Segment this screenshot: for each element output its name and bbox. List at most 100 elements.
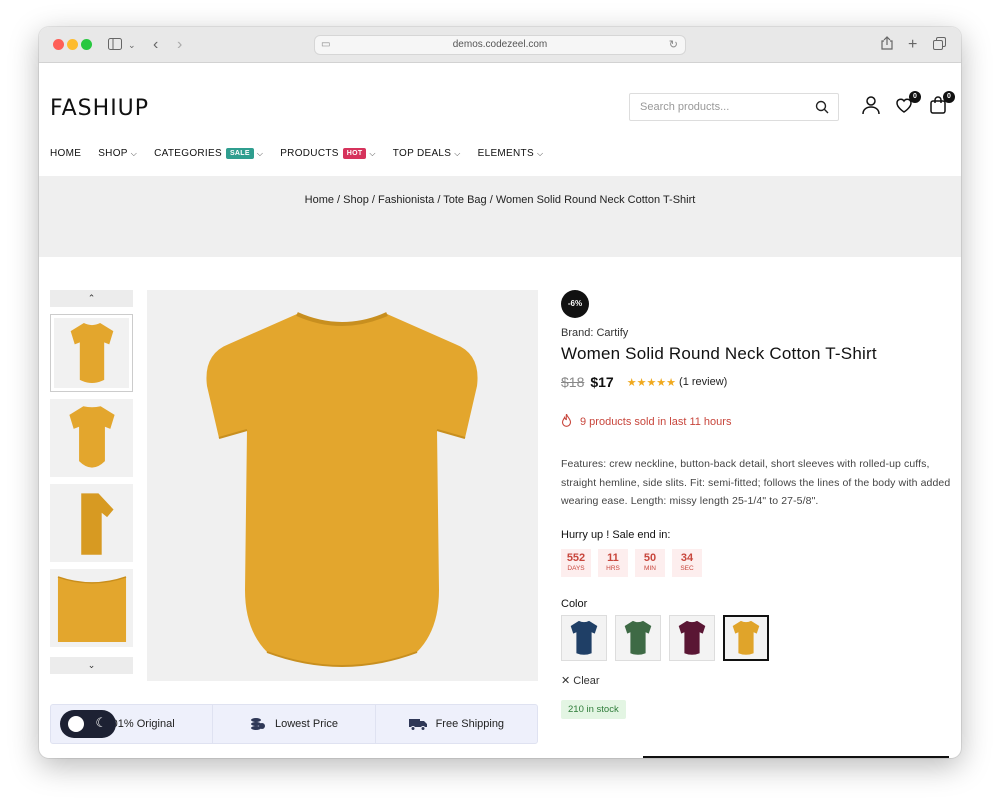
address-bar[interactable]: ▭ demos.codezeel.com ↻ xyxy=(314,35,686,55)
nav-label: TOP DEALS xyxy=(392,148,452,159)
nav-item-products[interactable]: PRODUCTS HOT ⌵ xyxy=(280,148,376,159)
countdown-unit: SEC xyxy=(680,564,694,572)
color-swatches xyxy=(561,614,951,661)
countdown-minutes: 50 MIN xyxy=(635,548,665,577)
color-swatch-maroon[interactable] xyxy=(669,614,715,661)
nav-item-shop[interactable]: SHOP ⌵ xyxy=(98,148,137,159)
star-rating: ★★★★★ xyxy=(626,376,677,389)
toggle-knob xyxy=(68,716,84,732)
tshirt-side-image xyxy=(80,493,114,555)
nav-item-top-deals[interactable]: TOP DEALS ⌵ xyxy=(393,148,461,159)
search-box[interactable]: Search products... xyxy=(629,93,839,121)
feature-label: 01% Original xyxy=(111,718,175,730)
sale-countdown-label: Hurry up ! Sale end in: xyxy=(561,528,671,541)
reload-icon[interactable]: ↻ xyxy=(669,36,678,54)
clear-selection-link[interactable]: ✕ Clear xyxy=(561,674,951,687)
main-product-image[interactable] xyxy=(147,290,538,681)
brand-link[interactable]: Cartify xyxy=(596,327,628,339)
color-swatch-mustard[interactable] xyxy=(723,614,769,661)
page-icon: ▭ xyxy=(321,39,331,50)
close-window-button[interactable] xyxy=(53,39,64,50)
countdown-unit: MIN xyxy=(644,564,656,572)
feature-free-shipping: Free Shipping xyxy=(376,705,537,743)
feature-lowest-price: Lowest Price xyxy=(213,705,376,743)
countdown-unit: HRS xyxy=(606,564,620,572)
countdown-value: 50 xyxy=(643,551,657,564)
search-input[interactable]: Search products... xyxy=(640,101,729,113)
maximize-window-button[interactable] xyxy=(81,39,92,50)
tshirt-maroon-image xyxy=(678,620,706,655)
brand-line: Brand: Cartify xyxy=(561,327,951,339)
nav-label: CATEGORIES xyxy=(154,148,222,159)
stock-status: 210 in stock xyxy=(561,699,626,719)
chevron-down-icon[interactable]: ⌄ xyxy=(128,36,136,54)
chevron-down-icon: ⌵ xyxy=(536,148,544,158)
color-swatch-navy[interactable] xyxy=(561,614,607,661)
thumbnail-up-button[interactable]: ⌃ xyxy=(50,290,133,307)
sale-tag: SALE xyxy=(225,148,254,159)
countdown-seconds: 34 SEC xyxy=(672,548,702,577)
tshirt-green-image xyxy=(624,620,652,655)
countdown-days: 552 DAYS xyxy=(561,548,591,577)
nav-item-home[interactable]: HOME xyxy=(50,148,81,159)
tshirt-navy-image xyxy=(570,620,598,655)
breadcrumb[interactable]: Home / Shop / Fashionista / Tote Bag / W… xyxy=(39,194,961,206)
chevron-down-icon: ⌵ xyxy=(369,148,376,158)
tabs-overview-icon[interactable] xyxy=(933,36,946,54)
color-label: Color xyxy=(561,597,588,610)
minimize-window-button[interactable] xyxy=(67,39,78,50)
nav-label: HOME xyxy=(50,148,82,159)
search-icon[interactable] xyxy=(815,100,829,119)
forward-arrow-icon[interactable]: › xyxy=(177,36,182,54)
chevron-down-icon: ⌵ xyxy=(130,148,138,158)
features-bar: 01% Original Lowest Price Free Shipping xyxy=(50,704,538,744)
countdown-hours: 11 HRS xyxy=(598,548,628,577)
chevron-down-icon: ⌵ xyxy=(454,148,461,158)
wishlist-count-badge: 0 xyxy=(909,91,921,103)
product-description: Features: crew neckline, button-back det… xyxy=(561,458,951,507)
dark-mode-toggle[interactable]: ☾ xyxy=(60,710,116,738)
thumbnail-down-button[interactable]: ⌄ xyxy=(50,657,133,674)
thumbnail-back[interactable] xyxy=(50,399,133,477)
back-arrow-icon[interactable]: ‹ xyxy=(153,36,158,54)
nav-label: ELEMENTS xyxy=(477,148,534,159)
thumbnail-detail[interactable] xyxy=(50,569,133,647)
truck-icon xyxy=(408,717,427,731)
browser-window: ⌄ ‹ › ▭ demos.codezeel.com ↻ + FASHIUP S… xyxy=(39,27,961,758)
breadcrumb-section: Home / Shop / Fashionista / Tote Bag / W… xyxy=(39,176,961,257)
old-price: $18 xyxy=(561,374,585,390)
countdown-value: 34 xyxy=(680,551,694,564)
nav-label: PRODUCTS xyxy=(280,148,339,159)
chevron-down-icon: ⌵ xyxy=(256,148,264,158)
thumbnail-front[interactable] xyxy=(50,314,133,392)
nav-item-elements[interactable]: ELEMENTS ⌵ xyxy=(478,148,544,159)
hot-tag: HOT xyxy=(342,148,367,159)
product-info: -6% Brand: Cartify Women Solid Round Nec… xyxy=(561,290,951,719)
account-icon[interactable] xyxy=(861,95,883,117)
thumbnail-side[interactable] xyxy=(50,484,133,562)
sale-countdown: 552 DAYS 11 HRS 50 MIN 34 SEC xyxy=(561,548,951,577)
cart-icon[interactable]: 0 xyxy=(928,91,955,117)
feature-label: Lowest Price xyxy=(275,718,338,730)
moon-icon: ☾ xyxy=(95,715,107,730)
review-link[interactable]: (1 review) xyxy=(679,376,727,388)
sidebar-toggle-icon[interactable] xyxy=(108,36,122,54)
sold-text: 9 products sold in last 11 hours xyxy=(580,416,732,428)
color-swatch-green[interactable] xyxy=(615,614,661,661)
tshirt-main-image xyxy=(206,312,478,667)
site-logo[interactable]: FASHIUP xyxy=(50,96,149,121)
add-to-cart-bar-edge xyxy=(643,756,949,758)
thumbnail-gallery: ⌃ ⌄ xyxy=(50,290,133,674)
nav-item-categories[interactable]: CATEGORIES SALE ⌵ xyxy=(154,148,263,159)
wishlist-icon[interactable]: 0 xyxy=(894,91,921,117)
cart-count-badge: 0 xyxy=(943,91,955,103)
current-price: $17 xyxy=(590,374,614,390)
new-tab-icon[interactable]: + xyxy=(908,36,917,54)
coins-icon xyxy=(250,717,266,731)
feature-label: Free Shipping xyxy=(435,718,505,730)
price-row: $18 $17 ★★★★★ (1 review) xyxy=(561,374,951,390)
site-header: FASHIUP Search products... 0 0 HOME SHOP… xyxy=(39,63,961,176)
countdown-value: 11 xyxy=(607,551,619,564)
share-icon[interactable] xyxy=(881,36,893,54)
discount-badge: -6% xyxy=(561,290,589,318)
